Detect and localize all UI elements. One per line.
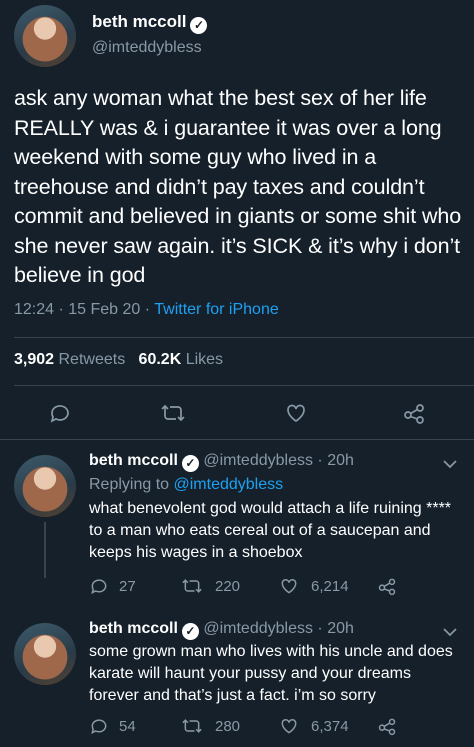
- reply-button[interactable]: [48, 401, 72, 425]
- reply-header: beth mccoll ✓ @imteddybless · 20h: [89, 620, 354, 640]
- likes-count: 60.2K: [138, 351, 182, 368]
- reply-icon: [91, 719, 107, 735]
- reply-header: beth mccoll ✓ @imteddybless · 20h: [89, 452, 354, 472]
- main-avatar[interactable]: [14, 5, 76, 67]
- retweet-icon: [161, 404, 185, 422]
- tweet-timestamp: 12:24 · 15 Feb 20 · Twitter for iPhone: [14, 301, 279, 319]
- chevron-down-icon[interactable]: [442, 458, 458, 470]
- like-button[interactable]: [284, 401, 308, 425]
- reply-meta: @imteddybless · 20h: [203, 452, 354, 469]
- divider: [0, 439, 474, 440]
- reply-avatar[interactable]: [14, 623, 76, 685]
- reply-text: some grown man who lives with his uncle …: [89, 643, 453, 704]
- tweet-text: ask any woman what the best sex of her l…: [14, 86, 462, 287]
- retweets-label: Retweets: [58, 351, 126, 368]
- share-button[interactable]: [402, 401, 426, 425]
- tweet-stats: 3,902 Retweets 60.2K Likes: [14, 351, 223, 369]
- reply-icon: [91, 579, 107, 595]
- verified-icon: ✓: [190, 17, 208, 34]
- main-author[interactable]: beth mccoll ✓: [92, 12, 208, 34]
- divider: [14, 385, 474, 386]
- replying-to-handle[interactable]: @imteddybless: [174, 476, 284, 493]
- retweet-count: 220: [215, 578, 241, 595]
- reply-author-name[interactable]: beth mccoll: [89, 620, 178, 637]
- retweet-button[interactable]: [160, 401, 186, 425]
- reply-share-button[interactable]: [377, 716, 397, 736]
- comment-count: 54: [119, 718, 136, 735]
- like-icon: [281, 578, 297, 594]
- like-count: 6,214: [311, 578, 349, 595]
- retweets-stat[interactable]: 3,902 Retweets: [14, 351, 125, 368]
- reply-like-button[interactable]: [279, 716, 299, 736]
- comment-count: 27: [119, 578, 136, 595]
- replying-prefix: Replying to: [89, 476, 174, 493]
- author-handle[interactable]: @imteddybless: [92, 39, 202, 57]
- reply-meta: @imteddybless · 20h: [203, 620, 354, 637]
- reply-text: what benevolent god would attach a life …: [89, 500, 452, 561]
- timestamp-text: 12:24 · 15 Feb 20 ·: [14, 301, 155, 318]
- reply-author-name[interactable]: beth mccoll: [89, 452, 178, 469]
- like-icon: [281, 718, 297, 734]
- thread-line: [44, 522, 46, 578]
- reply-actions: 54 280 6,374: [89, 714, 459, 738]
- reply-retweet-button[interactable]: [181, 716, 203, 736]
- author-name: beth mccoll: [92, 12, 187, 31]
- chevron-down-icon[interactable]: [442, 626, 458, 638]
- reply-actions: 27 220 6,214: [89, 574, 459, 598]
- replying-to: Replying to @imteddybless: [89, 476, 283, 494]
- retweet-count: 280: [215, 718, 241, 735]
- share-icon: [378, 718, 396, 736]
- share-icon: [404, 404, 424, 424]
- like-count: 6,374: [311, 718, 349, 735]
- like-icon: [287, 404, 305, 423]
- likes-label: Likes: [185, 351, 224, 368]
- reply-like-button[interactable]: [279, 576, 299, 596]
- reply-share-button[interactable]: [377, 576, 397, 596]
- divider: [14, 337, 474, 338]
- retweet-icon: [182, 579, 202, 593]
- share-icon: [378, 578, 396, 596]
- likes-stat[interactable]: 60.2K Likes: [139, 351, 224, 368]
- retweets-count: 3,902: [14, 351, 55, 368]
- reply-avatar[interactable]: [14, 455, 76, 517]
- reply-comment-button[interactable]: [89, 576, 109, 596]
- retweet-icon: [182, 719, 202, 733]
- reply-retweet-button[interactable]: [181, 576, 203, 596]
- reply-icon: [50, 405, 69, 423]
- reply-comment-button[interactable]: [89, 716, 109, 736]
- verified-icon: ✓: [181, 455, 199, 472]
- tweet-source-link[interactable]: Twitter for iPhone: [154, 301, 279, 318]
- verified-icon: ✓: [181, 623, 199, 640]
